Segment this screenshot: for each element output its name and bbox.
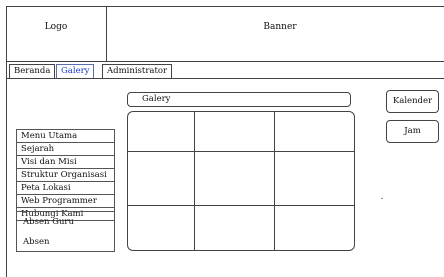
sidebar-item-sejarah[interactable]: Sejarah bbox=[17, 142, 114, 155]
nav-divider bbox=[6, 78, 444, 79]
grid-col-divider bbox=[274, 112, 275, 250]
galery-title: Galery bbox=[127, 92, 351, 107]
absen-link[interactable]: Absen bbox=[17, 232, 114, 252]
sidebar-item-menu-utama[interactable]: Menu Utama bbox=[17, 130, 114, 142]
grid-col-divider bbox=[194, 112, 195, 250]
stray-mark bbox=[381, 198, 383, 199]
jam-button[interactable]: Jam bbox=[386, 120, 439, 143]
grid-row-divider bbox=[128, 205, 354, 206]
sidebar-item-visi-misi[interactable]: Visi dan Misi bbox=[17, 155, 114, 168]
absen-guru-link[interactable]: Absen Guru bbox=[17, 212, 114, 232]
absen-menu: Absen Guru Absen bbox=[16, 211, 115, 252]
sidebar-item-struktur-organisasi[interactable]: Struktur Organisasi bbox=[17, 168, 114, 181]
tab-galery[interactable]: Galery bbox=[56, 64, 95, 78]
header-divider bbox=[6, 61, 444, 62]
logo[interactable]: Logo bbox=[6, 22, 106, 32]
sidebar-item-web-programmer[interactable]: Web Programmer bbox=[17, 194, 114, 207]
grid-row-divider bbox=[128, 151, 354, 152]
tab-administrator[interactable]: Administrator bbox=[102, 64, 173, 78]
tab-beranda[interactable]: Beranda bbox=[9, 64, 56, 78]
banner: Banner bbox=[263, 22, 297, 32]
sidebar-menu: Menu Utama Sejarah Visi dan Misi Struktu… bbox=[16, 129, 115, 221]
kalender-button[interactable]: Kalender bbox=[386, 90, 439, 113]
sidebar-item-peta-lokasi[interactable]: Peta Lokasi bbox=[17, 181, 114, 194]
logo-divider bbox=[106, 6, 107, 61]
galery-grid bbox=[127, 111, 355, 251]
